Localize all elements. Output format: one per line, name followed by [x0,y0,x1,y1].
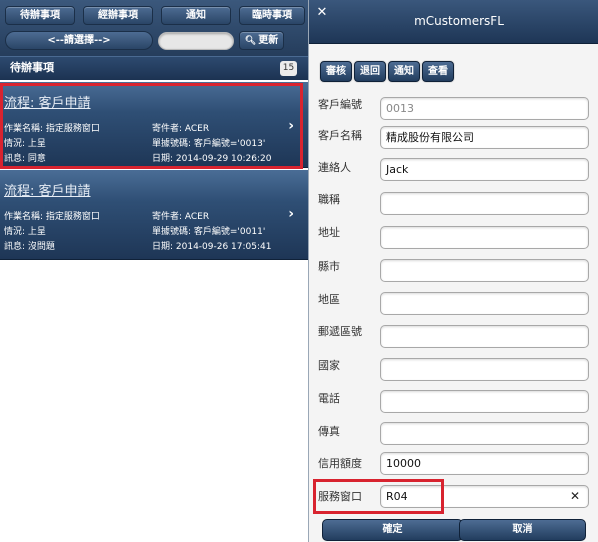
list-header: 待辦事項 15 [0,56,308,80]
field-label: 電話 [318,392,340,405]
phone-field[interactable] [380,390,589,413]
item-status: 情況: 上呈 [4,227,46,237]
city-field[interactable] [380,259,589,282]
contact-field[interactable]: Jack [380,158,589,181]
field-label: 客戶編號 [318,98,362,111]
customer-id-field[interactable]: 0013 [380,97,589,120]
view-button[interactable]: 查看 [422,61,454,82]
clear-icon[interactable]: ✕ [570,486,580,507]
left-toolbar: 待辦事項 經辦事項 通知 臨時事項 <--請選擇--> 🔍︎ 更新 [0,0,308,56]
list-item[interactable]: 流程: 客戶申請 作業名稱: 指定服務窗口 寄件者: ACER 情況: 上呈 單… [0,170,308,260]
tab-notify-button[interactable]: 通知 [161,6,231,25]
refresh-label: 更新 [258,35,279,46]
tab-todo-button[interactable]: 待辦事項 [5,6,75,25]
customer-name-field[interactable]: 精成股份有限公司 [380,126,589,149]
item-date: 日期: 2014-09-26 17:05:41 [152,242,272,252]
address-field[interactable] [380,226,589,249]
selection-highlight [0,83,303,169]
field-label: 信用額度 [318,457,362,470]
country-field[interactable] [380,358,589,381]
item-title-link[interactable]: 流程: 客戶申請 [4,180,91,199]
item-doc: 單據號碼: 客戶編號='0011' [152,227,266,237]
district-field[interactable] [380,292,589,315]
search-input[interactable] [158,32,234,50]
fax-field[interactable] [380,422,589,445]
field-label: 郵遞區號 [318,325,362,338]
approve-button[interactable]: 審核 [320,61,352,82]
chevron-right-icon[interactable]: › [288,206,294,222]
flow-select[interactable]: <--請選擇--> [5,31,153,50]
field-label: 職稱 [318,193,340,206]
field-label: 地址 [318,226,340,239]
form-title: mCustomersFL [414,14,504,28]
field-label: 國家 [318,359,340,372]
confirm-button[interactable]: 確定 [322,519,463,541]
job-title-field[interactable] [380,192,589,215]
return-button[interactable]: 退回 [354,61,386,82]
count-badge: 15 [280,61,297,76]
service-window-highlight [313,479,444,514]
list-header-title: 待辦事項 [10,61,54,74]
item-message: 訊息: 沒問題 [4,242,55,252]
refresh-button[interactable]: 🔍︎ 更新 [239,31,284,50]
notify-button[interactable]: 通知 [388,61,420,82]
task-list-panel: 待辦事項 經辦事項 通知 臨時事項 <--請選擇--> 🔍︎ 更新 待辦事項 15… [0,0,308,542]
search-icon: 🔍︎ [244,36,257,46]
tab-temporary-button[interactable]: 臨時事項 [239,6,305,25]
credit-limit-field[interactable]: 10000 [380,452,589,475]
postal-code-field[interactable] [380,325,589,348]
customer-form-panel: ✕ mCustomersFL 審核 退回 通知 查看 客戶編號 0013 客戶名… [308,0,598,542]
field-label: 客戶名稱 [318,129,362,142]
field-label: 縣市 [318,260,340,273]
field-label: 連絡人 [318,161,351,174]
item-sender: 寄件者: ACER [152,212,210,222]
field-label: 地區 [318,293,340,306]
item-task: 作業名稱: 指定服務窗口 [4,212,100,222]
form-header: ✕ mCustomersFL [309,0,598,44]
cancel-button[interactable]: 取消 [459,519,586,541]
tab-handled-button[interactable]: 經辦事項 [83,6,153,25]
field-label: 傳真 [318,425,340,438]
